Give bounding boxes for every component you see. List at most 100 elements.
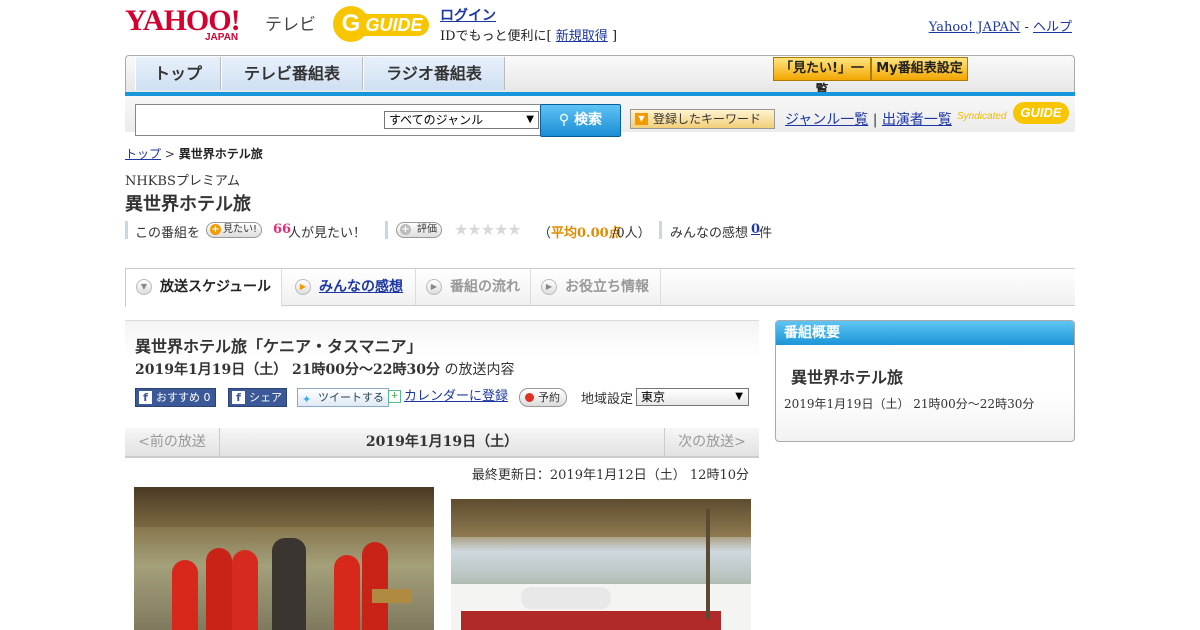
facebook-share-button[interactable]: f シェア [228,388,287,407]
gguide-small-logo: GUIDE [1013,102,1069,124]
page-title: 異世界ホテル旅 [125,194,251,215]
yahoo-logo-sub: JAPAN [205,32,239,43]
episode-datetime-line: 2019年1月19日（土） 21時00分～22時30分 の放送内容 [135,359,514,379]
rate-button-label: 評価 [417,224,437,235]
breadcrumb-current: 異世界ホテル旅 [178,147,263,161]
gguide-logo[interactable]: G GUIDE [333,6,433,42]
my-schedule-button[interactable]: My番組表設定 [871,57,968,81]
tab-schedule-label: 放送スケジュール [160,279,272,295]
tab-reviews[interactable]: ▶ みんなの感想 [285,269,416,305]
person-figure [272,538,306,630]
performer-list-link[interactable]: 出演者一覧 [882,112,952,128]
genre-list-link[interactable]: ジャンル一覧 [785,112,868,128]
bed-post [706,509,710,619]
nav-tab-top[interactable]: トップ [135,57,221,90]
tab-useful-info: ▶ お役立ち情報 [531,269,661,305]
tab-schedule[interactable]: ▼ 放送スケジュール [125,269,282,307]
registered-keyword-label: 登録したキーワード [653,112,762,126]
region-select-value: 東京 [641,390,666,404]
chevron-down-icon: ▼ [136,279,152,295]
facebook-icon: f [139,391,152,404]
top-links: Yahoo! JAPAN - ヘルプ [929,16,1072,35]
bed-throw [461,611,721,630]
triangle-down-icon: ▼ [635,113,648,125]
station-name: NHKBSプレミアム [125,174,240,189]
chevron-right-icon: ▶ [426,279,442,295]
reviews-suffix: 件 [759,226,773,241]
region-select[interactable]: 東京 ▼ [636,388,749,406]
main-nav: トップ テレビ番組表 ラジオ番組表 「見たい!」一覧 My番組表設定 [125,55,1075,98]
yahoo-japan-logo[interactable]: YAHOO! JAPAN テレビ [125,6,320,44]
reviews-label: みんなの感想 [670,226,749,241]
login-link[interactable]: ログイン [440,8,496,24]
reserve-button[interactable]: 予約 [519,388,567,407]
program-summary-datetime: 2019年1月19日（土） 21時00分～22時30分 [784,397,1035,411]
facebook-icon: f [232,391,245,404]
divider [659,221,662,239]
content-tabs: ▼ 放送スケジュール ▶ みんなの感想 ▶ 番組の流れ ▶ お役立ち情報 [125,268,1075,307]
search-links-separator: | [872,112,878,128]
want-button[interactable]: + 見たい! [206,222,263,238]
breadcrumb-home[interactable]: トップ [125,147,161,161]
yahoo-japan-link[interactable]: Yahoo! JAPAN [929,20,1021,35]
search-icon: ⚲ [558,112,570,128]
plus-icon: + [210,224,221,235]
breadcrumb: トップ > 異世界ホテル旅 [125,145,263,162]
twitter-bird-icon: ✦ [302,393,312,406]
person-figure [362,542,388,630]
tweet-button[interactable]: ✦ ツイートする [297,388,389,407]
tab-reviews-label: みんなの感想 [319,279,403,295]
login-area: ログイン IDでもっと便利に[ 新規取得 ] [440,5,617,44]
chevron-down-icon: ▼ [735,391,743,402]
region-label: 地域設定 [581,392,634,407]
top-links-separator: - [1020,20,1033,35]
rate-button[interactable]: + 評価 [396,222,442,238]
breadcrumb-separator: > [161,147,179,161]
episode-heading: 異世界ホテル旅「ケニア・タスマニア」 [135,337,423,356]
login-desc-prefix: IDでもっと便利に[ [440,29,552,44]
next-broadcast-link[interactable]: 次の放送> [664,428,759,456]
divider [125,221,128,239]
person-figure [521,587,611,609]
chevron-right-icon: ▶ [295,279,311,295]
calendar-icon: + [388,390,401,403]
divider [385,221,388,239]
episode-photo-maasai [134,487,434,630]
tweet-label: ツイートする [318,391,384,404]
rating-open: （ [538,226,552,241]
signup-link[interactable]: 新規取得 [556,29,608,44]
facebook-recommend-label: おすすめ [156,391,200,404]
prev-broadcast-link[interactable]: <前の放送 [125,428,220,456]
chevron-down-icon: ▼ [526,114,534,125]
person-figure [232,550,258,630]
calendar-register-link[interactable]: + カレンダーに登録 [388,388,508,407]
date-navigation: <前の放送 2019年1月19日（土） 次の放送> [125,428,759,458]
facebook-share-label: シェア [249,391,282,404]
nav-tab-radio-schedule[interactable]: ラジオ番組表 [363,57,505,90]
registered-keyword-button[interactable]: ▼ 登録したキーワード [630,109,775,129]
search-links: ジャンル一覧 | 出演者一覧 [785,109,952,129]
episode-datetime: 2019年1月19日（土） 21時00分～22時30分 [135,362,440,378]
rating-count: /0人） [612,226,651,241]
episode-datetime-suffix: の放送内容 [440,362,515,378]
facebook-recommend-count: 0 [203,391,211,404]
genre-select[interactable]: すべてのジャンル ▼ [384,111,539,129]
search-button[interactable]: ⚲ 検索 [540,104,621,137]
tab-useful-info-label: お役立ち情報 [565,279,649,295]
gguide-logo-text: GUIDE [359,14,429,36]
reserve-label: 予約 [538,391,560,404]
facebook-recommend-button[interactable]: f おすすめ 0 [135,388,216,407]
want-suffix: 人が見たい！ [288,226,367,241]
want-button-label: 見たい! [223,224,258,235]
rating-stars: ★★★★★ [454,220,522,239]
last-updated: 最終更新日：2019年1月12日（土） 12時10分 [471,468,749,483]
genre-select-value: すべてのジャンル [389,113,484,127]
nav-tab-tv-schedule[interactable]: テレビ番組表 [221,57,363,90]
want-list-button[interactable]: 「見たい!」一覧 [773,57,871,98]
episode-photo-outdoor-bed [451,499,751,630]
person-figure [334,555,360,630]
person-figure [172,560,198,630]
program-summary-header: 番組概要 [776,321,1074,345]
program-summary-panel: 番組概要 異世界ホテル旅 2019年1月19日（土） 21時00分～22時30分 [775,320,1075,442]
help-link[interactable]: ヘルプ [1033,20,1072,35]
